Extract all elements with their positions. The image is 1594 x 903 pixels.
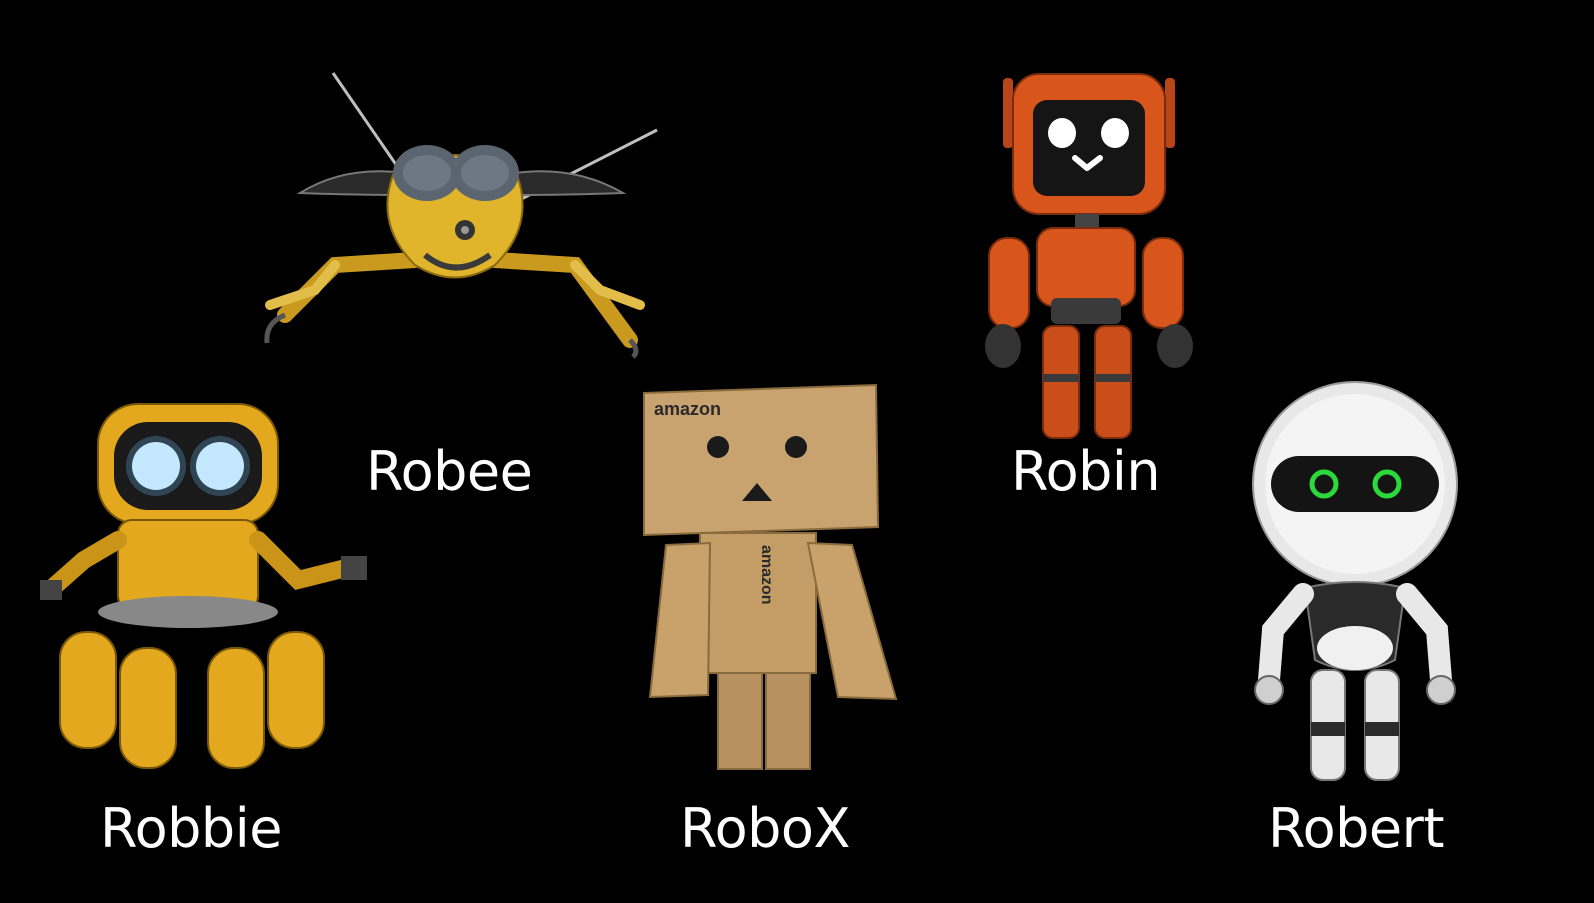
robox-label: RoboX bbox=[680, 797, 850, 860]
robbie-label: Robbie bbox=[100, 797, 282, 860]
robot-lineup-slide: amazon amazon Robee Robin Robbie RoboX R… bbox=[0, 0, 1594, 903]
robox-cardboard-box-robot-image: amazon amazon bbox=[638, 383, 903, 775]
robee-label: Robee bbox=[366, 440, 533, 503]
robee-bee-robot-image bbox=[245, 65, 665, 365]
robbie-spider-robot-image bbox=[36, 400, 376, 775]
robox-body-print: amazon bbox=[758, 545, 775, 605]
robox-head-print: amazon bbox=[654, 399, 721, 419]
robin-label: Robin bbox=[1011, 440, 1161, 503]
robin-monitor-head-robot-image bbox=[975, 68, 1200, 446]
robert-label: Robert bbox=[1268, 797, 1445, 860]
robert-white-robot-image bbox=[1245, 380, 1465, 785]
